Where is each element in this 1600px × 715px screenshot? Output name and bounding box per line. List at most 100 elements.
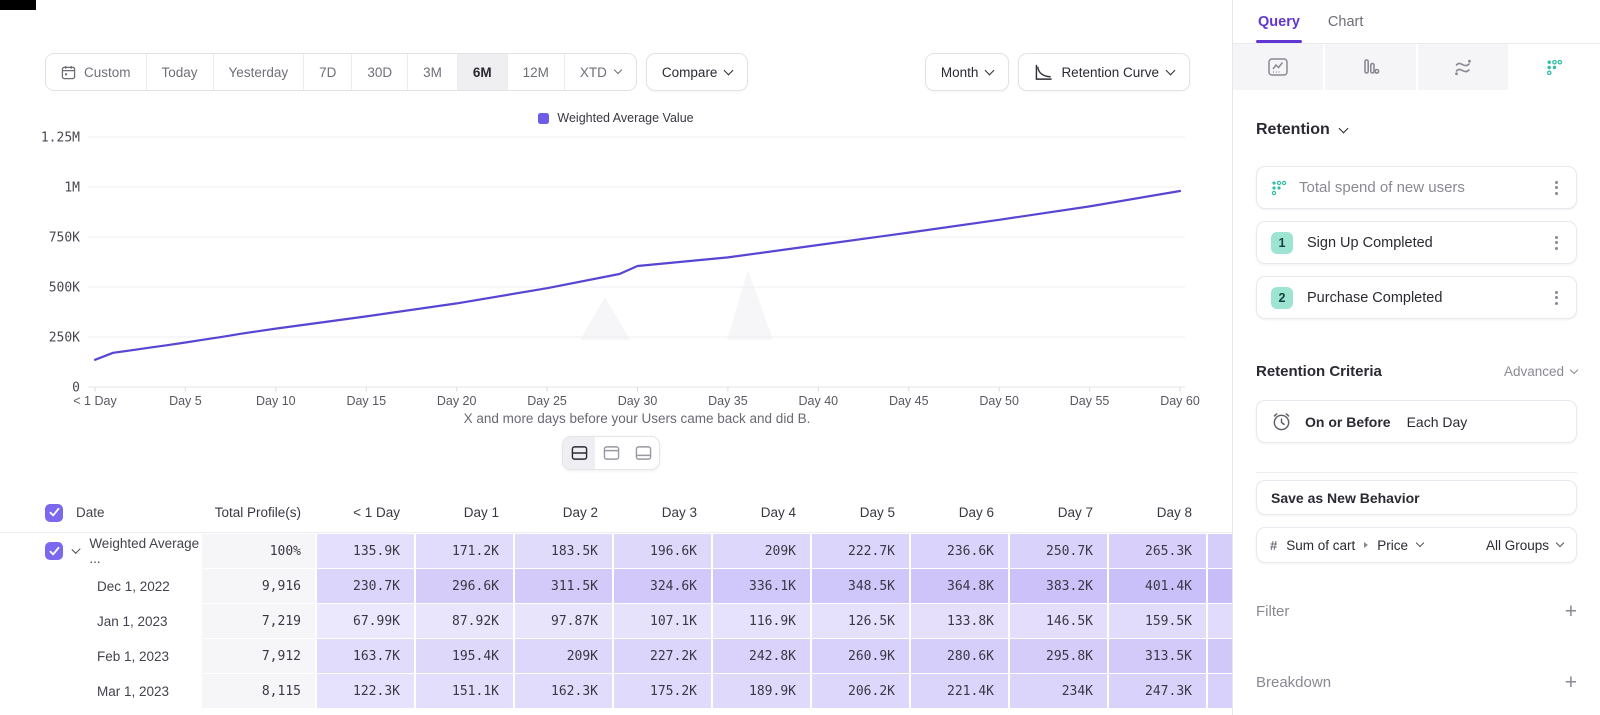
range-7d[interactable]: 7D [303,54,351,90]
total-profiles-cell[interactable]: 100% [202,534,315,568]
retention-value-cell[interactable]: 209K [515,639,612,673]
retention-value-cell[interactable]: 189.9K [713,674,810,708]
retention-value-cell[interactable]: 126.5K [812,604,909,638]
total-profiles-cell[interactable]: 9,916 [202,569,315,603]
groups-selector[interactable]: All Groups [1486,538,1563,553]
retention-value-cell[interactable]: 250.7K [1010,534,1107,568]
column-header-day-6[interactable]: Day 6 [911,493,1008,532]
row-label[interactable]: Jan 1, 2023 [0,604,200,638]
tab-query[interactable]: Query [1258,0,1300,43]
column-header-day-1[interactable]: Day 1 [416,493,513,532]
row-checkbox[interactable] [45,504,63,522]
retention-value-cell[interactable]: 296.6K [416,569,513,603]
split-view-button[interactable] [563,437,595,469]
column-header--1-day[interactable]: < 1 Day [317,493,414,532]
column-header-day-5[interactable]: Day 5 [812,493,909,532]
retention-value-cell[interactable]: 196.6K [614,534,711,568]
range-yesterday[interactable]: Yesterday [213,54,304,90]
retention-value-cell[interactable]: 163.7K [317,639,414,673]
retention-value-cell[interactable]: 162.3K [515,674,612,708]
kebab-menu-icon[interactable] [1551,177,1562,199]
total-profiles-cell[interactable]: 8,115 [202,674,315,708]
retention-value-cell[interactable]: 209K [713,534,810,568]
retention-value-cell[interactable]: 97.87K [515,604,612,638]
retention-value-cell[interactable]: 247.3K [1109,674,1206,708]
retention-criteria-card[interactable]: On or Before Each Day [1256,400,1577,443]
retention-value-cell[interactable]: 122.3K [317,674,414,708]
retention-tab[interactable] [1510,44,1600,90]
weighted-average-line[interactable] [95,191,1180,360]
retention-value-cell[interactable]: 401.4K [1109,569,1206,603]
total-profiles-cell[interactable]: 7,912 [202,639,315,673]
retention-value-cell[interactable]: 295.8K [1010,639,1107,673]
retention-value-cell-clipped[interactable] [1208,639,1232,673]
retention-value-cell[interactable]: 67.99K [317,604,414,638]
retention-value-cell-clipped[interactable] [1208,604,1232,638]
funnels-tab[interactable] [1325,44,1417,90]
expand-chevron-icon[interactable] [71,545,80,554]
retention-section-title[interactable]: Retention [1256,121,1577,139]
measure-property[interactable]: # Sum of cart Price [1270,538,1423,553]
add-breakdown-button[interactable]: + [1565,672,1577,693]
retention-value-cell[interactable]: 159.5K [1109,604,1206,638]
retention-value-cell[interactable]: 313.5K [1109,639,1206,673]
retention-value-cell[interactable]: 227.2K [614,639,711,673]
total-profiles-cell[interactable]: 7,219 [202,604,315,638]
range-xtd[interactable]: XTD [564,54,636,90]
compare-button[interactable]: Compare [646,53,749,91]
column-header-day-3[interactable]: Day 3 [614,493,711,532]
range-3m[interactable]: 3M [407,54,457,90]
row-label[interactable]: Weighted Average ... [0,534,200,568]
retention-value-cell[interactable]: 133.8K [911,604,1008,638]
retention-value-cell[interactable]: 183.5K [515,534,612,568]
retention-value-cell[interactable]: 116.9K [713,604,810,638]
retention-value-cell[interactable]: 107.1K [614,604,711,638]
range-30d[interactable]: 30D [351,54,407,90]
row-label[interactable]: Dec 1, 2022 [0,569,200,603]
column-header-day-4[interactable]: Day 4 [713,493,810,532]
column-header-day-2[interactable]: Day 2 [515,493,612,532]
retention-value-cell[interactable]: 195.4K [416,639,513,673]
retention-value-cell-clipped[interactable] [1208,569,1232,603]
kebab-menu-icon[interactable] [1551,232,1562,254]
tab-chart[interactable]: Chart [1328,0,1363,43]
save-as-new-behavior-button[interactable]: Save as New Behavior [1256,480,1577,515]
retention-value-cell[interactable]: 151.1K [416,674,513,708]
retention-value-cell[interactable]: 311.5K [515,569,612,603]
step-1-card[interactable]: 1 Sign Up Completed [1256,221,1577,264]
retention-value-cell[interactable]: 230.7K [317,569,414,603]
range-custom[interactable]: Custom [46,54,146,90]
retention-value-cell-clipped[interactable] [1208,674,1232,708]
column-header-total-profile-s-[interactable]: Total Profile(s) [202,493,315,532]
retention-value-cell[interactable]: 348.5K [812,569,909,603]
retention-value-cell[interactable]: 87.92K [416,604,513,638]
insights-tab[interactable] [1233,44,1325,90]
retention-value-cell[interactable]: 135.9K [317,534,414,568]
retention-value-cell[interactable]: 171.2K [416,534,513,568]
row-checkbox[interactable] [45,542,63,560]
kebab-menu-icon[interactable] [1551,287,1562,309]
retention-value-cell[interactable]: 175.2K [614,674,711,708]
retention-value-cell-clipped[interactable] [1208,534,1232,568]
chart-only-view-button[interactable] [595,437,627,469]
row-label[interactable]: Mar 1, 2023 [0,674,200,708]
row-label[interactable]: Feb 1, 2023 [0,639,200,673]
retention-value-cell[interactable]: 146.5K [1010,604,1107,638]
advanced-toggle[interactable]: Advanced [1504,364,1577,379]
retention-value-cell[interactable]: 383.2K [1010,569,1107,603]
column-header-day-8[interactable]: Day 8 [1109,493,1206,532]
retention-value-cell[interactable]: 280.6K [911,639,1008,673]
retention-value-cell[interactable]: 324.6K [614,569,711,603]
retention-value-cell[interactable]: 206.2K [812,674,909,708]
step-2-card[interactable]: 2 Purchase Completed [1256,276,1577,319]
column-header-day-7[interactable]: Day 7 [1010,493,1107,532]
retention-value-cell[interactable]: 222.7K [812,534,909,568]
range-12m[interactable]: 12M [507,54,564,90]
behavior-card[interactable]: Total spend of new users [1256,166,1577,209]
retention-value-cell[interactable]: 236.6K [911,534,1008,568]
range-6m[interactable]: 6M [457,54,507,90]
chart-type-button[interactable]: Retention Curve [1018,53,1190,91]
retention-value-cell[interactable]: 242.8K [713,639,810,673]
retention-value-cell[interactable]: 265.3K [1109,534,1206,568]
retention-value-cell[interactable]: 234K [1010,674,1107,708]
